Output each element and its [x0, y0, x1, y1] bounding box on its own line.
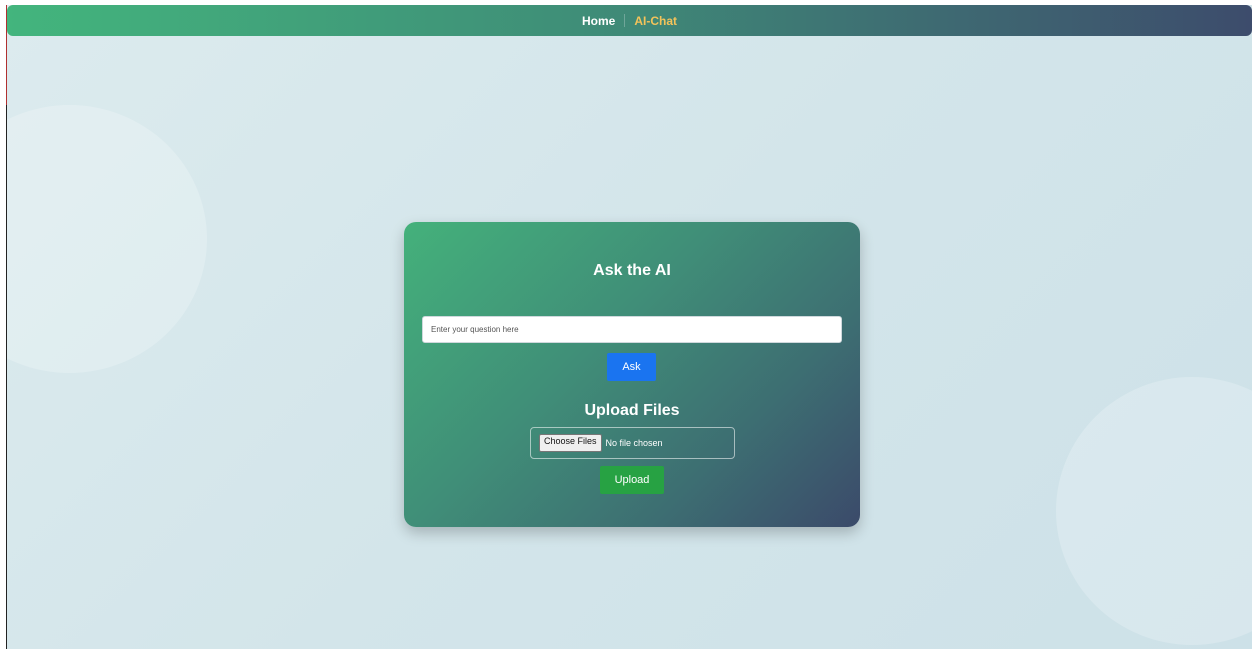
- question-input[interactable]: [422, 316, 842, 343]
- nav-link-home[interactable]: Home: [573, 14, 624, 28]
- nav-link-ai-chat[interactable]: AI-Chat: [625, 14, 686, 28]
- decorative-circle-right: [1056, 377, 1252, 645]
- upload-button[interactable]: Upload: [600, 466, 664, 494]
- page-viewport: Home AI-Chat Ask the AI Ask Upload Files…: [7, 5, 1252, 649]
- top-navbar: Home AI-Chat: [7, 5, 1252, 36]
- file-input[interactable]: Choose Files No file chosen: [530, 427, 735, 459]
- ask-ai-title: Ask the AI: [593, 262, 671, 279]
- file-status-text: No file chosen: [605, 438, 663, 448]
- upload-files-title: Upload Files: [584, 402, 680, 419]
- ask-ai-card: Ask the AI Ask Upload Files Choose Files…: [404, 222, 860, 527]
- decorative-circle-left: [7, 105, 207, 373]
- ask-button[interactable]: Ask: [607, 353, 656, 381]
- choose-files-button[interactable]: Choose Files: [539, 434, 602, 452]
